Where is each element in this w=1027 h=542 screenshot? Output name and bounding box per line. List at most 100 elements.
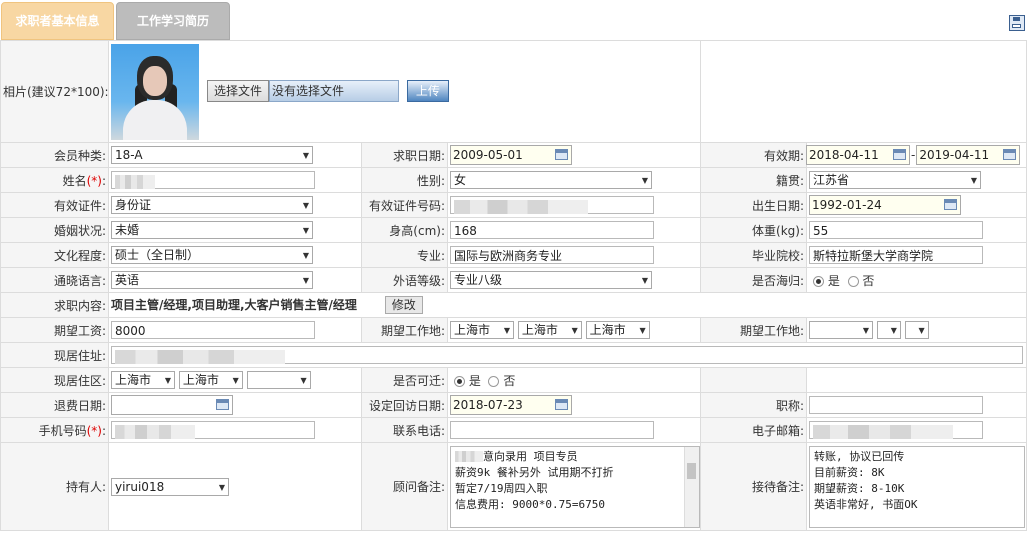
district-label: 现居住区: [0,367,109,393]
mobile-label: 手机号码 [38,423,87,438]
required-mark: (*) [86,173,102,188]
hometown-select[interactable]: 江苏省 [809,171,982,189]
id-number-label: 有效证件号码: [361,192,448,218]
phone-label: 联系电话: [361,417,448,443]
relocate-label: 是否可迁: [361,367,448,393]
marital-label: 婚姻状况: [0,217,109,243]
tab-bar: 求职者基本信息 工作学习简历 [0,0,1027,41]
major-input[interactable]: 国际与欧洲商务专业 [450,246,654,264]
valid-period-label: 有效期: [700,142,808,168]
valid-to-field[interactable]: 2019-04-11 [916,145,1021,165]
address-label: 现居住址: [0,342,109,368]
salary-label: 期望工资: [0,317,109,343]
id-type-select[interactable]: 身份证 [111,196,313,214]
visit-date-label: 设定回访日期: [361,392,448,418]
gender-select[interactable]: 女 [450,171,652,189]
weight-input[interactable]: 55 [809,221,984,239]
valid-from-field[interactable]: 2018-04-11 [806,145,910,165]
overseas-no-radio[interactable] [847,275,859,287]
school-label: 毕业院校: [700,242,808,268]
birth-date-field[interactable]: 1992-01-24 [809,195,962,215]
id-type-label: 有效证件: [0,192,109,218]
required-mark: (*) [86,423,102,438]
textarea-scrollbar[interactable] [684,446,699,527]
id-number-input[interactable] [450,196,654,214]
consultant-note-label: 顾问备注: [361,442,448,531]
relocate-no-label: 否 [503,373,516,388]
reception-note-textarea[interactable]: 转账, 协议已回传 目前薪资: 8K 期望薪资: 8-10K 英语非常好, 书面… [809,445,1026,528]
language-label: 通晓语言: [0,267,109,293]
district-province-select[interactable]: 上海市 [111,371,175,389]
phone-input[interactable] [450,421,654,439]
apply-date-label: 求职日期: [361,142,448,168]
calendar-icon[interactable] [555,149,568,160]
holder-label: 持有人: [0,442,109,531]
overseas-yes-radio[interactable] [813,275,825,287]
candidate-photo [111,43,199,140]
birth-date-label: 出生日期: [700,192,808,218]
work-place-district-select[interactable]: 上海市 [585,321,650,339]
hometown-label: 籍贯: [700,167,808,193]
height-label: 身高(cm): [361,217,448,243]
overseas-yes-label: 是 [827,273,840,288]
work-place-city-select[interactable]: 上海市 [517,321,582,339]
title-label: 职称: [700,392,808,418]
education-select[interactable]: 硕士（全日制） [111,246,313,264]
calendar-icon[interactable] [944,199,958,210]
reception-note-label: 接待备注: [700,442,808,531]
member-type-label: 会员种类: [0,142,109,168]
name-input[interactable] [111,171,315,189]
valid-period-group: 2018-04-11-2019-04-11 [806,145,1021,165]
email-label: 电子邮箱: [700,417,808,443]
lang-level-select[interactable]: 专业八级 [450,271,652,289]
title-input[interactable] [809,396,984,414]
work-place-label-2: 期望工作地: [700,317,808,343]
edit-job-content-button[interactable]: 修改 [384,296,423,315]
work-place2-city-select[interactable] [876,321,901,339]
tab-basic-info[interactable]: 求职者基本信息 [1,2,114,40]
holder-select[interactable]: yirui018 [111,477,229,496]
calendar-icon[interactable] [216,399,229,410]
overseas-label: 是否海归: [700,267,808,293]
consultant-note-textarea[interactable]: 意向录用 项目专员 薪资9k 餐补另外 试用期不打折 暂定7/19周四入职 信息… [450,445,700,528]
calendar-icon[interactable] [555,399,568,410]
school-input[interactable]: 斯特拉斯堡大学商学院 [809,246,984,264]
calendar-icon[interactable] [1003,149,1017,160]
address-input[interactable] [111,346,1023,364]
weight-label: 体重(kg): [700,217,808,243]
district-city-select[interactable]: 上海市 [178,371,243,389]
major-label: 专业: [361,242,448,268]
visit-date-field[interactable]: 2018-07-23 [450,395,572,415]
upload-button[interactable]: 上传 [406,79,449,102]
language-select[interactable]: 英语 [111,271,313,289]
height-input[interactable]: 168 [450,221,654,239]
work-place-province-select[interactable]: 上海市 [450,321,514,339]
apply-date-field[interactable]: 2009-05-01 [450,145,572,165]
file-name-display: 没有选择文件 [269,79,400,102]
email-input[interactable] [809,421,984,439]
member-type-select[interactable]: 18-A [111,146,313,164]
save-icon[interactable] [1009,15,1025,31]
refund-date-field[interactable] [111,395,233,415]
lang-level-label: 外语等级: [361,267,448,293]
gender-label: 性别: [361,167,448,193]
choose-file-button[interactable]: 选择文件 [207,79,270,102]
tab-work-history[interactable]: 工作学习简历 [116,2,230,40]
district-area-select[interactable] [246,371,311,389]
photo-label: 相片(建议72*100): [0,40,109,143]
job-content-label: 求职内容: [0,292,109,318]
job-content-text: 项目主管/经理,项目助理,大客户销售主管/经理 [111,297,357,312]
mobile-input[interactable] [111,421,315,439]
candidate-form: 相片(建议72*100): 选择文件没有选择文件 上传 会员种类: 18-A 求… [0,40,1027,531]
work-place-label-1: 期望工作地: [361,317,448,343]
refund-date-label: 退费日期: [0,392,109,418]
work-place2-district-select[interactable] [904,321,929,339]
relocate-no-radio[interactable] [488,375,500,387]
relocate-yes-label: 是 [468,373,481,388]
education-label: 文化程度: [0,242,109,268]
calendar-icon[interactable] [893,149,906,160]
relocate-yes-radio[interactable] [454,375,465,387]
marital-select[interactable]: 未婚 [111,221,313,239]
salary-input[interactable]: 8000 [111,321,315,339]
work-place2-province-select[interactable] [809,321,874,339]
